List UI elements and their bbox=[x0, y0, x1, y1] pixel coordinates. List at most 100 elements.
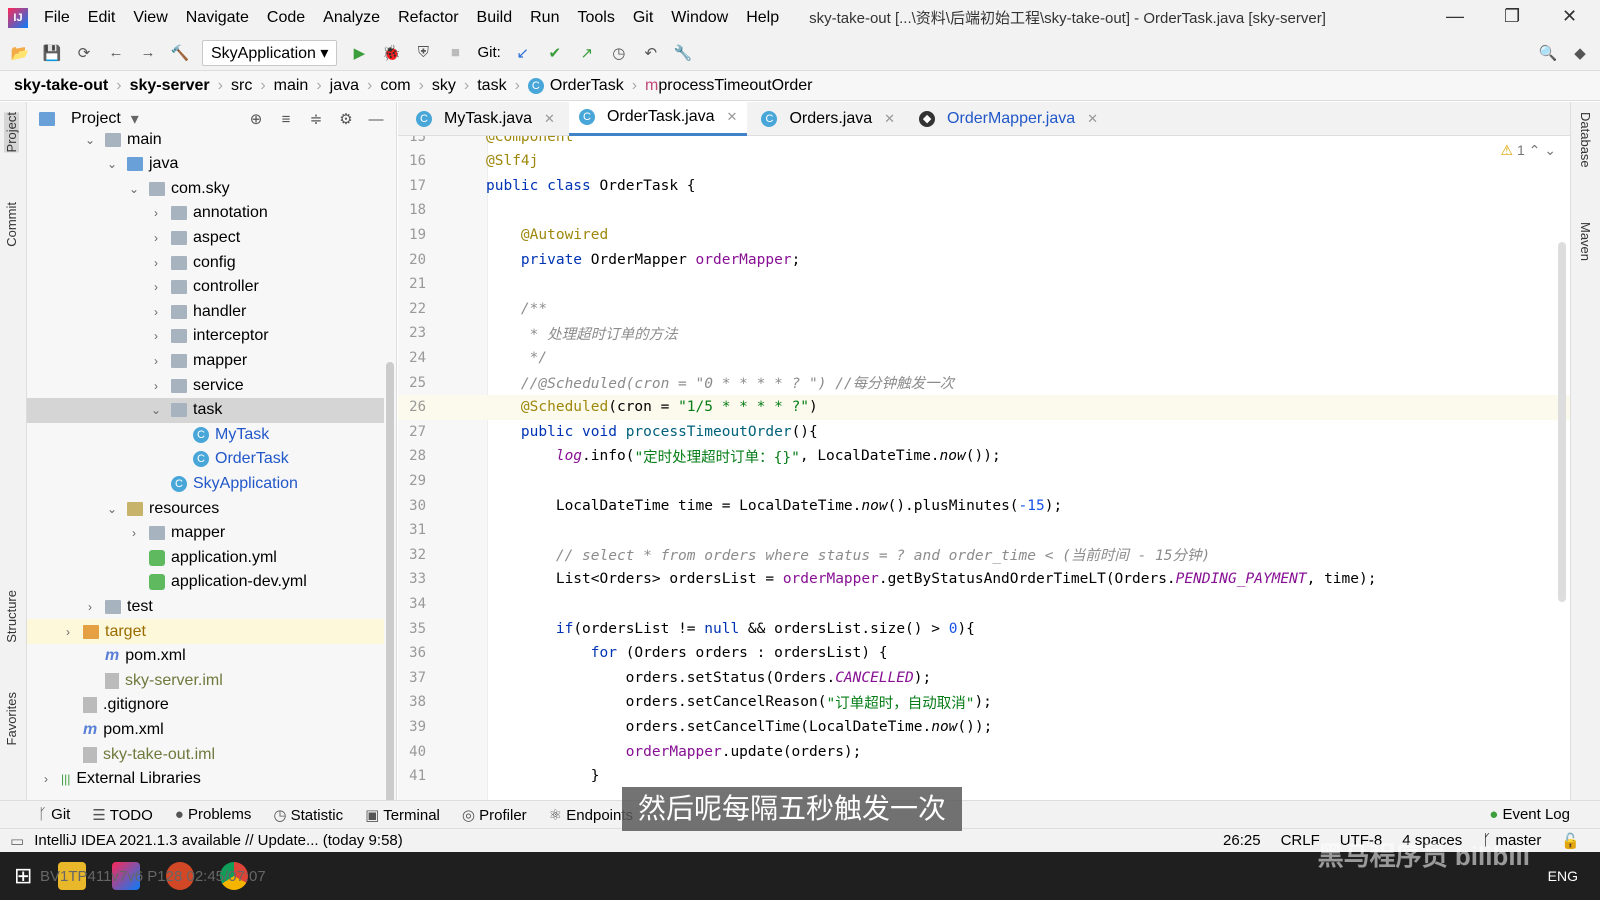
code-line[interactable]: 19 @Autowired bbox=[398, 222, 1570, 247]
menu-tools[interactable]: Tools bbox=[577, 9, 614, 27]
debug-icon[interactable]: 🐞 bbox=[381, 43, 401, 63]
chevron-right-icon[interactable]: › bbox=[149, 231, 163, 245]
chevron-right-icon[interactable]: › bbox=[149, 280, 163, 294]
code-line[interactable]: 37 orders.setStatus(Orders. CANCELLED); bbox=[398, 665, 1570, 690]
event-log-button[interactable]: ● Event Log bbox=[1489, 806, 1570, 823]
tool-window-todo[interactable]: ☰ TODO bbox=[92, 806, 152, 824]
breadcrumb-item[interactable]: sky-server bbox=[130, 77, 210, 95]
menu-refactor[interactable]: Refactor bbox=[398, 9, 458, 27]
editor-scrollbar[interactable] bbox=[1558, 242, 1566, 602]
breadcrumb-item[interactable]: processTimeoutOrder bbox=[658, 77, 812, 95]
chevron-right-icon[interactable]: › bbox=[149, 206, 163, 220]
chevron-right-icon[interactable]: › bbox=[39, 772, 53, 786]
tree-item[interactable]: m pom.xml bbox=[27, 717, 384, 742]
tree-item[interactable]: › mapper bbox=[27, 348, 384, 373]
build-icon[interactable]: 🔨 bbox=[170, 43, 190, 63]
tree-item[interactable]: ⌄ resources bbox=[27, 496, 384, 521]
tab-mytask-java[interactable]: C MyTask.java ✕ bbox=[406, 102, 565, 136]
chevron-right-icon[interactable]: › bbox=[149, 256, 163, 270]
expand-all-icon[interactable]: ≡ bbox=[276, 109, 296, 129]
inspection-widget[interactable]: ⚠ 1 ⌃ ⌄ bbox=[1501, 142, 1557, 159]
tree-item[interactable]: › target bbox=[27, 619, 384, 644]
back-icon[interactable]: ← bbox=[106, 43, 126, 63]
toolbox-icon[interactable]: ◆ bbox=[1570, 43, 1590, 63]
close-tab-icon[interactable]: ✕ bbox=[544, 111, 555, 127]
code-line[interactable]: 16 @Slf4j bbox=[398, 149, 1570, 174]
tree-item[interactable]: sky-take-out.iml bbox=[27, 742, 384, 767]
code-line[interactable]: 18 bbox=[398, 198, 1570, 223]
code-line[interactable]: 27 public void processTimeoutOrder(){ bbox=[398, 419, 1570, 444]
caret-position[interactable]: 26:25 bbox=[1223, 832, 1261, 850]
tree-item[interactable]: › interceptor bbox=[27, 324, 384, 349]
chevron-right-icon[interactable]: › bbox=[149, 354, 163, 368]
tree-item[interactable]: › test bbox=[27, 594, 384, 619]
chevron-down-icon[interactable]: ⌄ bbox=[127, 182, 141, 196]
chevron-down-icon[interactable]: ⌄ bbox=[149, 403, 163, 417]
code-line[interactable]: 15 @Component bbox=[398, 136, 1570, 149]
code-line[interactable]: 32 // select * from orders where status … bbox=[398, 542, 1570, 567]
tree-item[interactable]: › mapper bbox=[27, 521, 384, 546]
project-tool-tab[interactable]: Project bbox=[4, 112, 19, 153]
minimize-button[interactable]: — bbox=[1446, 6, 1464, 27]
breadcrumb-item[interactable]: src bbox=[231, 77, 252, 95]
menu-run[interactable]: Run bbox=[530, 9, 559, 27]
menu-edit[interactable]: Edit bbox=[88, 9, 116, 27]
code-line[interactable]: 28 log .info("定时处理超时订单：{}", LocalDateTime… bbox=[398, 444, 1570, 469]
run-configuration-select[interactable]: SkyApplication ▾ bbox=[202, 39, 338, 66]
status-message[interactable]: IntelliJ IDEA 2021.1.3 available // Upda… bbox=[34, 832, 403, 849]
favorites-tool-tab[interactable]: Favorites bbox=[4, 692, 19, 745]
code-line[interactable]: 36 for (Orders orders : ordersList) { bbox=[398, 641, 1570, 666]
lock-icon[interactable]: 🔓 bbox=[1561, 832, 1580, 850]
breadcrumb-item[interactable]: main bbox=[274, 77, 309, 95]
hide-icon[interactable]: — bbox=[366, 109, 386, 129]
menu-analyze[interactable]: Analyze bbox=[323, 9, 380, 27]
code-line[interactable]: 40 orderMapper .update(orders); bbox=[398, 739, 1570, 764]
chevron-down-icon[interactable]: ⌄ bbox=[105, 502, 119, 516]
tree-item[interactable]: › ||| External Libraries bbox=[27, 767, 384, 792]
status-toggle-icon[interactable]: ▭ bbox=[10, 832, 24, 850]
tree-item[interactable]: application.yml bbox=[27, 545, 384, 570]
code-line[interactable]: 38 orders.setCancelReason("订单超时，自动取消"); bbox=[398, 690, 1570, 715]
tool-window-profiler[interactable]: ◎ Profiler bbox=[462, 806, 527, 824]
menu-view[interactable]: View bbox=[133, 9, 167, 27]
tree-item[interactable]: C SkyApplication bbox=[27, 471, 384, 496]
tree-item[interactable]: application-dev.yml bbox=[27, 570, 384, 595]
restore-button[interactable]: ❐ bbox=[1504, 6, 1520, 27]
settings-wrench-icon[interactable]: 🔧 bbox=[673, 43, 693, 63]
save-icon[interactable]: 💾 bbox=[42, 43, 62, 63]
code-line[interactable]: 26 @Scheduled (cron = "1/5 * * * * ?") bbox=[398, 394, 1570, 420]
project-scrollbar[interactable] bbox=[386, 362, 394, 800]
code-line[interactable]: 33 List<Orders> ordersList = orderMapper… bbox=[398, 567, 1570, 592]
tree-item[interactable]: .gitignore bbox=[27, 693, 384, 718]
code-line[interactable]: 25 //@Scheduled(cron = "0 * * * * ? ") /… bbox=[398, 370, 1570, 395]
tool-window-problems[interactable]: ● Problems bbox=[175, 806, 252, 823]
forward-icon[interactable]: → bbox=[138, 43, 158, 63]
code-line[interactable]: 22 /** bbox=[398, 296, 1570, 321]
locate-icon[interactable]: ⊕ bbox=[246, 109, 266, 129]
close-tab-icon[interactable]: ✕ bbox=[727, 109, 738, 125]
tree-item[interactable]: ⌄ main bbox=[27, 127, 384, 152]
menu-build[interactable]: Build bbox=[477, 9, 513, 27]
code-line[interactable]: 24 */ bbox=[398, 345, 1570, 370]
tree-item[interactable]: m pom.xml bbox=[27, 644, 384, 669]
tab-ordertask-java[interactable]: C OrderTask.java ✕ bbox=[568, 101, 748, 136]
menu-file[interactable]: File bbox=[44, 9, 70, 27]
code-line[interactable]: 20 private OrderMapper orderMapper; bbox=[398, 247, 1570, 272]
close-button[interactable]: ✕ bbox=[1562, 6, 1577, 27]
chevron-down-icon[interactable]: ⌄ bbox=[83, 133, 97, 147]
database-tool-tab[interactable]: Database bbox=[1578, 112, 1593, 168]
tool-window-endpoints[interactable]: ⚛ Endpoints bbox=[549, 806, 633, 824]
tree-item[interactable]: C MyTask bbox=[27, 422, 384, 447]
tree-item[interactable]: ⌄ java bbox=[27, 152, 384, 177]
menu-window[interactable]: Window bbox=[671, 9, 728, 27]
git-commit-icon[interactable]: ✔ bbox=[545, 43, 565, 63]
tree-item[interactable]: C OrderTask bbox=[27, 447, 384, 472]
tree-item[interactable]: ⌄ task bbox=[27, 397, 384, 423]
chevron-right-icon[interactable]: › bbox=[83, 600, 97, 614]
menu-help[interactable]: Help bbox=[746, 9, 779, 27]
tree-item[interactable]: › annotation bbox=[27, 201, 384, 226]
run-icon[interactable]: ▶ bbox=[349, 43, 369, 63]
history-icon[interactable]: ◷ bbox=[609, 43, 629, 63]
tree-item[interactable]: › service bbox=[27, 373, 384, 398]
tree-item[interactable]: › handler bbox=[27, 299, 384, 324]
